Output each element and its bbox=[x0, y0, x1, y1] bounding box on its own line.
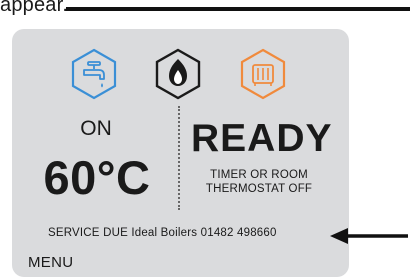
temperature-readout: 60°C bbox=[43, 151, 151, 204]
boiler-message-line2: THERMOSTAT OFF bbox=[205, 183, 313, 195]
boiler-message-line1: TIMER OR ROOM bbox=[210, 169, 308, 181]
hot-water-status: ON bbox=[80, 117, 112, 140]
center-divider bbox=[178, 106, 180, 210]
arrow-pointer bbox=[328, 224, 410, 248]
service-message: SERVICE DUE Ideal Boilers 01482 498660 bbox=[48, 227, 277, 239]
caption-text: appear. bbox=[0, 0, 69, 16]
tap-icon bbox=[71, 48, 117, 100]
menu-button[interactable]: MENU bbox=[28, 254, 73, 271]
flame-icon bbox=[155, 48, 201, 100]
boiler-status: READY bbox=[191, 117, 333, 160]
radiator-icon bbox=[240, 48, 286, 100]
pointer-line bbox=[66, 7, 410, 11]
